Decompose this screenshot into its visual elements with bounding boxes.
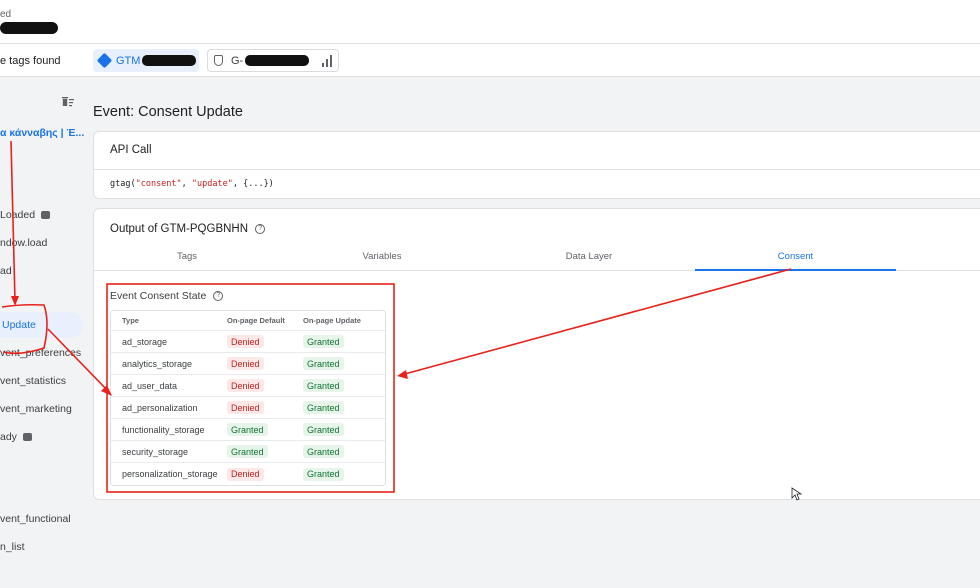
default-status-cell: Granted [227,445,303,458]
default-status-cell: Denied [227,379,303,392]
sidebar-item-event-functional[interactable]: vent_functional [0,513,71,525]
sidebar-item-ready[interactable]: ady [0,431,32,443]
sidebar-item-consent-update[interactable]: Update [0,312,83,338]
code-rest: , {...}) [232,179,274,189]
gtm-container-chip[interactable]: GTM [93,49,199,72]
output-tabs: Tags Variables Data Layer Consent [94,245,980,271]
event-consent-state-text: Event Consent State [110,290,207,302]
status-badge: Granted [303,401,344,414]
status-badge: Granted [227,445,268,458]
consent-type: analytics_storage [122,358,193,369]
gtm-chip-label: GTM [116,54,141,67]
table-row: ad_user_data Denied Granted [111,375,385,397]
default-status-cell: Denied [227,335,303,348]
status-badge: Granted [227,423,268,436]
update-status-cell: Granted [303,335,383,348]
sidebar-item-label: Loaded [0,209,36,221]
table-row: ad_storage Denied Granted [111,331,385,353]
ga-property-chip[interactable]: G- [207,49,339,72]
message-icon [22,433,32,442]
page-title: Event: Consent Update [93,104,243,120]
status-badge: Denied [227,357,264,370]
sidebar-item-page[interactable]: α κάνναβης | Έ... [0,127,84,139]
default-status-cell: Denied [227,357,303,370]
status-badge: Denied [227,467,264,481]
api-call-heading: API Call [94,132,980,170]
sidebar-item-loaded[interactable]: Loaded [0,209,51,221]
column-header-type: Type [122,316,139,325]
tab-variables[interactable]: Variables [280,245,484,271]
redacted-ga-id [245,55,310,66]
tag-bar: e tags found GTM G- [0,44,980,77]
sidebar-item-event-preferences[interactable]: vent_preferences [0,347,81,359]
sidebar-item-event-statistics[interactable]: vent_statistics [0,375,66,387]
table-row: security_storage Granted Granted [111,441,385,463]
output-heading: Output of GTM-PQGBNHN ? [110,223,266,235]
column-header-default: On-page Default [227,316,285,325]
table-row: ad_personalization Denied Granted [111,397,385,419]
column-header-update: On-page Update [303,316,361,325]
event-consent-state-title: Event Consent State ? [110,290,224,302]
output-heading-text: Output of GTM-PQGBNHN [110,223,249,235]
tab-tags[interactable]: Tags [94,245,280,271]
ga-chip-label: G- [231,54,244,67]
status-badge: Granted [303,357,344,370]
update-status-cell: Granted [303,467,383,481]
help-icon[interactable]: ? [213,291,224,302]
table-row: functionality_storage Granted Granted [111,419,385,441]
update-status-cell: Granted [303,445,383,458]
sidebar-item-n-list[interactable]: n_list [0,541,25,553]
tab-consent[interactable]: Consent [695,245,896,271]
sidebar-item-window-load[interactable]: ndow.load [0,237,47,249]
table-row: analytics_storage Denied Granted [111,353,385,375]
table-header-row: Type On-page Default On-page Update [111,311,385,331]
consent-type: security_storage [122,446,189,457]
code-sep: , [181,179,192,189]
status-badge: Denied [227,401,264,414]
help-icon[interactable]: ? [255,223,266,234]
status-badge: Granted [303,467,344,481]
delete-sweep-icon[interactable] [62,96,74,108]
status-badge: Granted [303,379,344,392]
shield-icon [214,55,223,66]
message-icon [41,211,51,220]
output-card: Output of GTM-PQGBNHN ? Tags Variables D… [93,208,980,500]
update-status-cell: Granted [303,423,383,436]
status-badge: Granted [303,423,344,436]
consent-type: personalization_storage [122,469,218,479]
api-call-code: gtag("consent", "update", {...}) [94,170,980,189]
code-arg-consent: "consent" [135,179,182,189]
analytics-bars-icon [322,55,332,67]
sidebar-item-ad[interactable]: ad [0,265,12,277]
consent-type: ad_user_data [122,380,178,391]
update-status-cell: Granted [303,401,383,414]
redacted-gtm-id [142,55,197,66]
event-timeline-sidebar: α κάνναβης | Έ... Loaded ndow.load ad Up… [0,77,84,588]
consent-table: Type On-page Default On-page Update ad_s… [110,310,386,486]
tab-data-layer[interactable]: Data Layer [484,245,694,271]
redacted-url [0,22,58,34]
status-badge: Granted [303,445,344,458]
consent-type: ad_storage [122,336,168,347]
table-row: personalization_storage Denied Granted [111,463,385,485]
consent-type: functionality_storage [122,424,205,435]
status-badge: Granted [303,335,344,348]
header-title: ed [0,9,12,20]
tags-found-label: e tags found [0,55,61,67]
sidebar-item-event-marketing[interactable]: vent_marketing [0,403,72,415]
sidebar-item-label: ady [0,431,17,443]
default-status-cell: Granted [227,423,303,436]
update-status-cell: Granted [303,379,383,392]
api-call-card: API Call gtag("consent", "update", {...}… [93,131,980,199]
consent-type: ad_personalization [122,402,198,413]
default-status-cell: Denied [227,401,303,414]
code-arg-update: "update" [191,179,233,189]
status-badge: Denied [227,379,264,392]
status-badge: Denied [227,335,264,348]
update-status-cell: Granted [303,357,383,370]
code-fn: gtag( [110,179,136,189]
top-header: ed [0,0,980,44]
default-status-cell: Denied [227,467,303,481]
gtm-diamond-icon [96,52,113,69]
